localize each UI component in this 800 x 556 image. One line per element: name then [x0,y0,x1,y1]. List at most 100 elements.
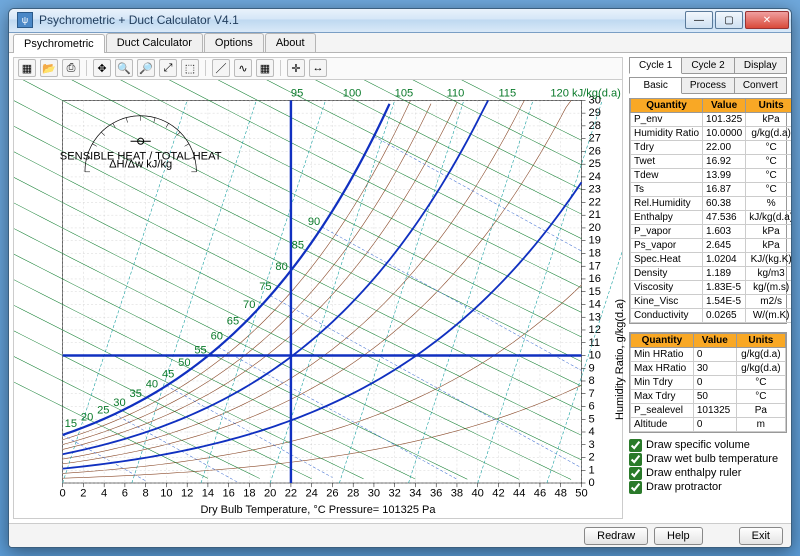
col2-units: Units [736,333,785,347]
table-row[interactable]: Density1.189kg/m3 [631,266,793,280]
table-row[interactable]: Max Tdry50°C [631,389,786,403]
left-panel: ▦📂⎙✥🔍🔎⤢⬚／∿▦✛↔ 02468101214161820222426283… [13,57,623,520]
svg-text:18: 18 [243,487,255,499]
table-row[interactable]: Kine_Visc1.54E-5m2/s [631,294,793,308]
table-row[interactable]: Ts16.87°C [631,182,793,196]
zoom-out-button[interactable]: 🔎 [137,59,155,77]
svg-text:7: 7 [589,387,595,399]
svg-text:0: 0 [60,487,66,499]
svg-text:1: 1 [589,464,595,476]
zoom-fit-button[interactable]: ⤢ [159,59,177,77]
crosshair-button[interactable]: ✛ [287,59,305,77]
col-quantity: Quantity [631,98,703,112]
draw-options: Draw specific volumeDraw wet bulb temper… [629,437,787,496]
col2-quantity: Quantity [631,333,694,347]
draw-line-button[interactable]: ／ [212,59,230,77]
tab-convert[interactable]: Convert [735,77,787,94]
table-row[interactable]: Enthalpy47.536kJ/kg(d.a) [631,210,793,224]
table-row[interactable]: Min Tdry0°C [631,375,786,389]
tab-cycle2[interactable]: Cycle 2 [682,57,734,74]
grid-button[interactable]: ▦ [256,59,274,77]
col-units: Units [746,98,792,112]
exit-button[interactable]: Exit [739,527,783,545]
table-row[interactable]: Min HRatio0g/kg(d.a) [631,347,786,361]
tab-process[interactable]: Process [682,77,734,94]
svg-text:3: 3 [589,438,595,450]
table-row[interactable]: Tdew13.99°C [631,168,793,182]
svg-text:6: 6 [589,400,595,412]
svg-text:6: 6 [122,487,128,499]
svg-text:28: 28 [589,120,601,132]
new-button[interactable]: ▦ [18,59,36,77]
svg-text:45: 45 [162,368,174,380]
table-row[interactable]: Tdry22.00°C [631,140,793,154]
svg-text:4: 4 [101,487,107,499]
svg-text:55: 55 [194,344,206,356]
close-button[interactable]: ✕ [745,11,789,29]
maximize-button[interactable]: ▢ [715,11,743,29]
svg-text:22: 22 [285,487,297,499]
tab-duct-calculator[interactable]: Duct Calculator [106,33,203,52]
minimize-button[interactable]: — [685,11,713,29]
svg-text:8: 8 [589,375,595,387]
tab-psychrometric[interactable]: Psychrometric [13,34,105,53]
svg-text:75: 75 [259,280,271,292]
tab-options[interactable]: Options [204,33,264,52]
svg-text:2: 2 [589,451,595,463]
svg-text:28: 28 [347,487,359,499]
table-row[interactable]: Conductivity0.0265W/(m.K) [631,308,793,322]
titlebar: ψ Psychrometric + Duct Calculator V4.1 —… [9,9,791,33]
svg-text:26: 26 [326,487,338,499]
table-row[interactable]: P_vapor1.603kPa [631,224,793,238]
print-button[interactable]: ⎙ [62,59,80,77]
svg-text:22: 22 [589,196,601,208]
tab-about[interactable]: About [265,33,316,52]
tab-display[interactable]: Display [735,57,787,74]
svg-text:15: 15 [589,285,601,297]
svg-text:5: 5 [589,413,595,425]
pan-button[interactable]: ✥ [93,59,111,77]
svg-text:40: 40 [472,487,484,499]
table-row[interactable]: Spec.Heat1.0204KJ/(kg.K) [631,252,793,266]
check-2[interactable]: Draw enthalpy ruler [629,467,787,480]
svg-text:36: 36 [430,487,442,499]
zoom-window-button[interactable]: ⬚ [181,59,199,77]
svg-text:30: 30 [113,396,125,408]
check-0[interactable]: Draw specific volume [629,439,787,452]
svg-text:50: 50 [575,487,587,499]
svg-text:25: 25 [97,404,109,416]
svg-text:27: 27 [589,132,601,144]
help-button[interactable]: Help [654,527,703,545]
open-button[interactable]: 📂 [40,59,58,77]
table-row[interactable]: P_env101.325kPa [631,112,793,126]
table-row[interactable]: Rel.Humidity60.38% [631,196,793,210]
measure-button[interactable]: ↔ [309,59,327,77]
check-1[interactable]: Draw wet bulb temperature [629,453,787,466]
svg-text:30: 30 [368,487,380,499]
x-axis-label: Dry Bulb Temperature, °C Pressure= 10132… [200,504,435,516]
svg-text:40: 40 [146,378,158,390]
tab-basic[interactable]: Basic [629,77,682,94]
redraw-button[interactable]: Redraw [584,527,648,545]
table-row[interactable]: Ps_vapor2.645kPa [631,238,793,252]
svg-text:25: 25 [589,158,601,170]
zoom-in-button[interactable]: 🔍 [115,59,133,77]
draw-curve-button[interactable]: ∿ [234,59,252,77]
col2-value: Value [693,333,736,347]
table-row[interactable]: Altitude0m [631,417,786,431]
y-axis-label: Humidity Ratio, g/kg(d.a) [614,299,626,420]
chart-area[interactable]: 0246810121416182022242628303234363840424… [14,80,622,519]
check-3[interactable]: Draw protractor [629,481,787,494]
table-row[interactable]: Max HRatio30g/kg(d.a) [631,361,786,375]
svg-text:13: 13 [589,311,601,323]
table-row[interactable]: Twet16.92°C [631,154,793,168]
svg-text:24: 24 [305,487,317,499]
table-row[interactable]: P_sealevel101325Pa [631,403,786,417]
svg-text:21: 21 [589,209,601,221]
svg-text:42: 42 [492,487,504,499]
table-row[interactable]: Humidity Ratio10.0000g/kg(d.a) [631,126,793,140]
tab-cycle1[interactable]: Cycle 1 [629,57,682,74]
svg-text:4: 4 [589,426,595,438]
table-row[interactable]: Viscosity1.83E-5kg/(m.s) [631,280,793,294]
svg-text:26: 26 [589,145,601,157]
